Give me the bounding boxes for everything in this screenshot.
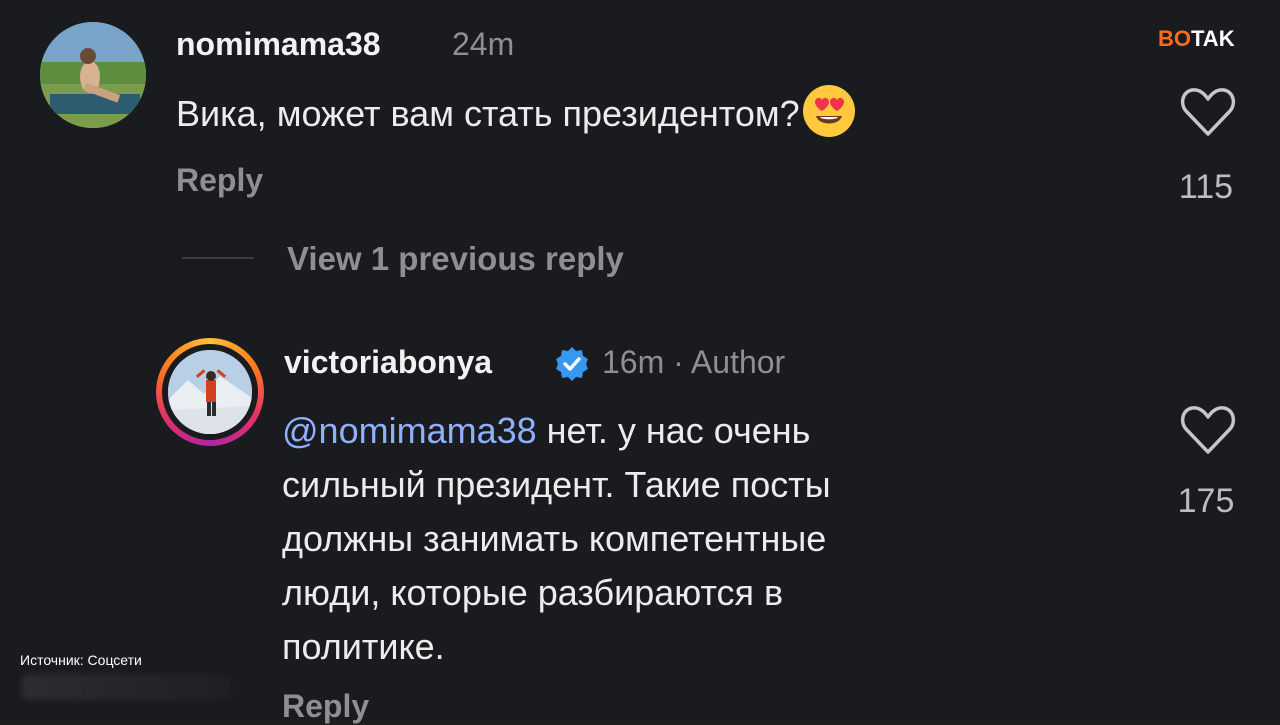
reply-button[interactable]: Reply [282, 688, 369, 725]
divider-line [182, 257, 254, 259]
blurred-caption [22, 674, 232, 700]
reply-button[interactable]: Reply [176, 162, 263, 199]
verified-badge-icon [556, 347, 588, 381]
like-button[interactable] [1176, 398, 1240, 462]
comment-text: Вика, может вам стать президентом? [176, 84, 1136, 141]
comment-time-author: 16m · Author [602, 344, 786, 380]
comment-body: Вика, может вам стать президентом? [176, 93, 800, 134]
heart-outline-icon [1180, 88, 1236, 136]
like-count: 115 [1178, 168, 1234, 206]
mention-link[interactable]: @nomimama38 [282, 410, 537, 451]
comment-text: @nomimama38 нет. у нас очень сильный пре… [282, 404, 1082, 674]
comment-username[interactable]: victoriabonya [284, 344, 492, 381]
comment-line-2: сильный президент. Такие посты [282, 464, 831, 505]
comment-body: нет. у нас очень [536, 410, 811, 451]
heart-outline-icon [1180, 406, 1236, 454]
comment-line-1: @nomimama38 нет. у нас очень [282, 404, 1082, 458]
avatar[interactable] [40, 22, 146, 128]
brand-part-2: TAK [1191, 26, 1235, 51]
comment-line-5: политике. [282, 626, 445, 667]
avatar[interactable] [168, 350, 252, 434]
like-count: 175 [1177, 482, 1235, 520]
avatar-photo [40, 22, 146, 128]
heart-eyes-emoji [802, 85, 855, 137]
view-previous-replies-button[interactable]: View 1 previous reply [287, 240, 624, 278]
comment-username[interactable]: nomimama38 [176, 26, 381, 63]
avatar-photo [168, 350, 252, 434]
brand-watermark: BOTAK [1158, 26, 1235, 52]
source-caption: Источник: Соцсети [20, 652, 142, 668]
comments-screen: BOTAK nomimama38 24m Вика, может вам ста… [0, 0, 1280, 724]
comment-line-4: люди, которые разбираются в [282, 572, 784, 613]
comment-time: 24m [452, 26, 515, 62]
brand-part-1: BO [1158, 26, 1191, 51]
like-button[interactable] [1176, 80, 1240, 144]
comment-line-3: должны занимать компетентные [282, 518, 827, 559]
